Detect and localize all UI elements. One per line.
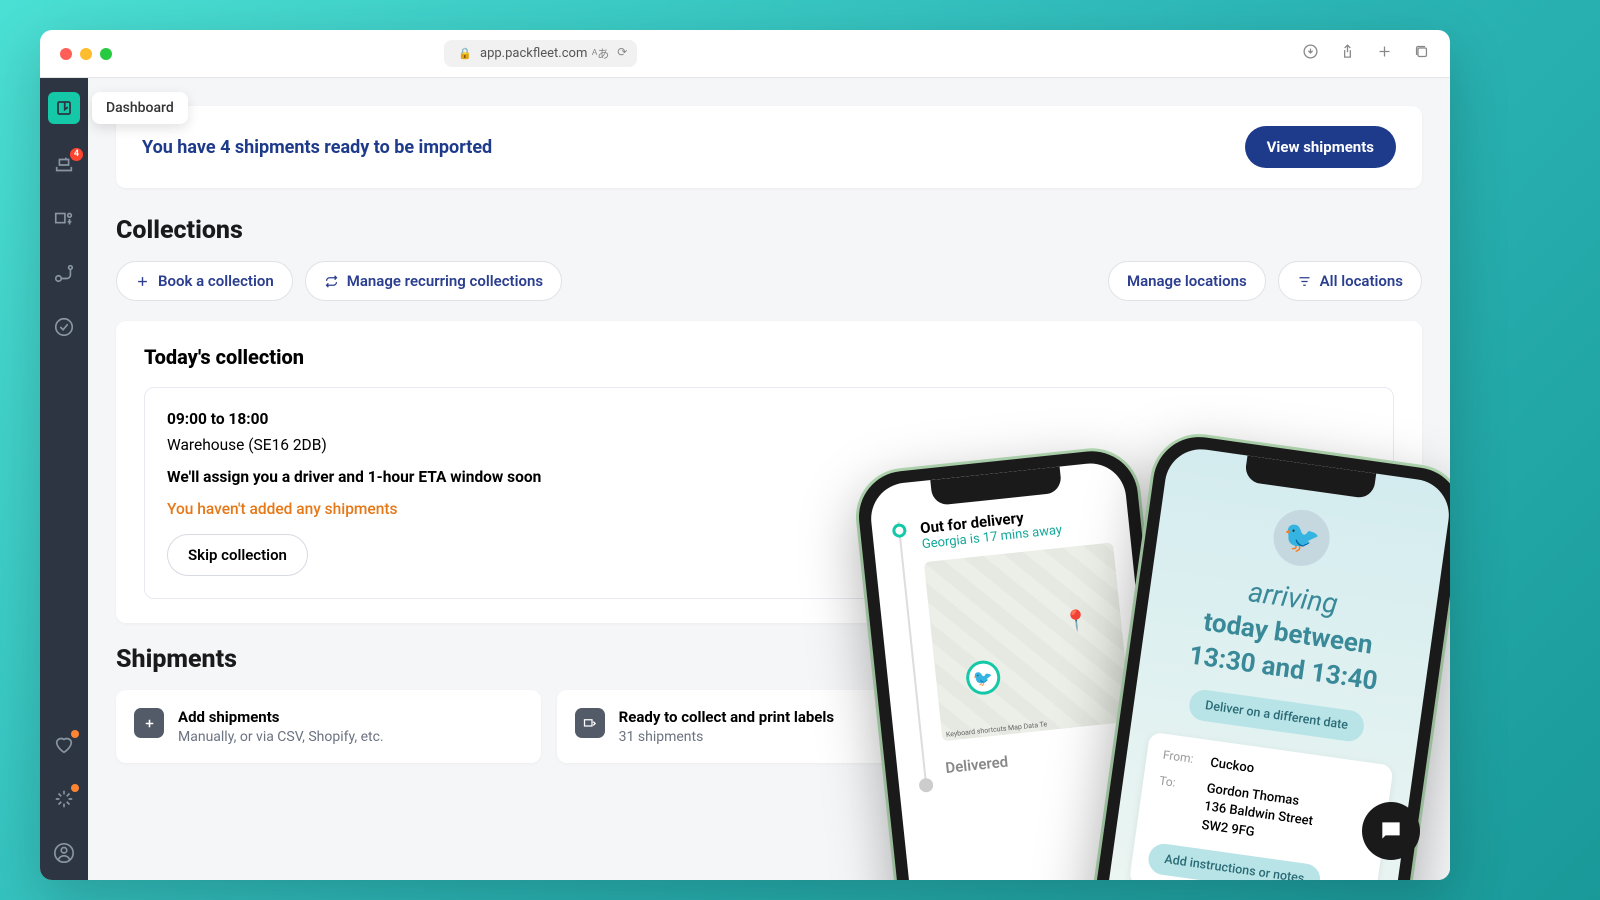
main-content: You have 4 shipments ready to be importe… (88, 78, 1450, 880)
tabs-icon[interactable] (1413, 43, 1430, 64)
filter-icon (1297, 274, 1312, 289)
notification-dot (71, 730, 79, 738)
browser-chrome: 🔒 app.packfleet.com ᴬあ ⟳ (40, 30, 1450, 78)
translate-icon[interactable]: ᴬあ (592, 45, 609, 62)
collections-heading: Collections (116, 216, 1422, 245)
import-banner: You have 4 shipments ready to be importe… (116, 106, 1422, 188)
eta-notice: We'll assign you a driver and 1-hour ETA… (167, 468, 1371, 486)
today-title: Today's collection (144, 345, 1394, 369)
manage-recurring-button[interactable]: Manage recurring collections (305, 261, 562, 301)
plus-icon (135, 274, 150, 289)
sidebar-item-magic[interactable] (51, 786, 77, 812)
transit-icon (1015, 708, 1045, 738)
manage-locations-button[interactable]: Manage locations (1108, 261, 1266, 301)
chat-widget-button[interactable] (1362, 802, 1420, 860)
package-person-icon (53, 208, 75, 230)
shipment-card-add[interactable]: Add shipmentsManually, or via CSV, Shopi… (116, 690, 541, 763)
add-instructions-chip[interactable]: Add instructions or notes (1147, 842, 1323, 880)
book-collection-button[interactable]: Book a collection (116, 261, 293, 301)
heart-icon (53, 734, 75, 756)
new-tab-icon[interactable] (1376, 43, 1393, 64)
todays-collection-card: Today's collection 09:00 to 18:00 Wareho… (116, 321, 1422, 623)
sidebar-item-shipments[interactable] (51, 206, 77, 232)
sidebar-item-complete[interactable] (51, 314, 77, 340)
label-icon (575, 708, 605, 738)
sidebar-item-locations[interactable] (51, 260, 77, 286)
sidebar: Dashboard 4 (40, 78, 88, 880)
sidebar-item-profile[interactable] (51, 840, 77, 866)
notification-dot (71, 784, 79, 792)
sparkle-icon (53, 788, 75, 810)
sidebar-item-favorites[interactable] (51, 732, 77, 758)
shipment-card-ready[interactable]: Ready to collect and print labels31 ship… (557, 690, 982, 763)
url-text: app.packfleet.com (480, 46, 587, 61)
dashboard-icon (55, 99, 73, 117)
sidebar-item-dashboard[interactable] (48, 92, 80, 124)
collection-location: Warehouse (SE16 2DB) (167, 436, 1371, 454)
recurring-icon (324, 274, 339, 289)
view-shipments-button[interactable]: View shipments (1245, 126, 1396, 168)
route-icon (53, 262, 75, 284)
lock-icon: 🔒 (458, 47, 472, 60)
url-bar[interactable]: 🔒 app.packfleet.com ᴬあ ⟳ (444, 40, 637, 67)
downloads-icon[interactable] (1302, 43, 1319, 64)
window-maximize-icon[interactable] (100, 48, 112, 60)
all-locations-button[interactable]: All locations (1278, 261, 1422, 301)
skip-collection-button[interactable]: Skip collection (167, 534, 308, 576)
no-shipments-warning: You haven't added any shipments (167, 500, 1371, 518)
reload-icon[interactable]: ⟳ (617, 45, 627, 62)
user-icon (53, 842, 75, 864)
shipments-heading: Shipments (116, 645, 1422, 674)
sidebar-tooltip: Dashboard (92, 92, 188, 124)
plus-square-icon (134, 708, 164, 738)
badge: 4 (70, 148, 83, 161)
window-close-icon[interactable] (60, 48, 72, 60)
banner-text: You have 4 shipments ready to be importe… (142, 137, 492, 158)
window-minimize-icon[interactable] (80, 48, 92, 60)
shipment-card-transit[interactable]: On their way29 shipments (997, 690, 1422, 763)
check-circle-icon (53, 316, 75, 338)
share-icon[interactable] (1339, 43, 1356, 64)
chat-icon (1378, 818, 1404, 844)
collection-time: 09:00 to 18:00 (167, 410, 1371, 428)
sidebar-item-import[interactable]: 4 (51, 152, 77, 178)
